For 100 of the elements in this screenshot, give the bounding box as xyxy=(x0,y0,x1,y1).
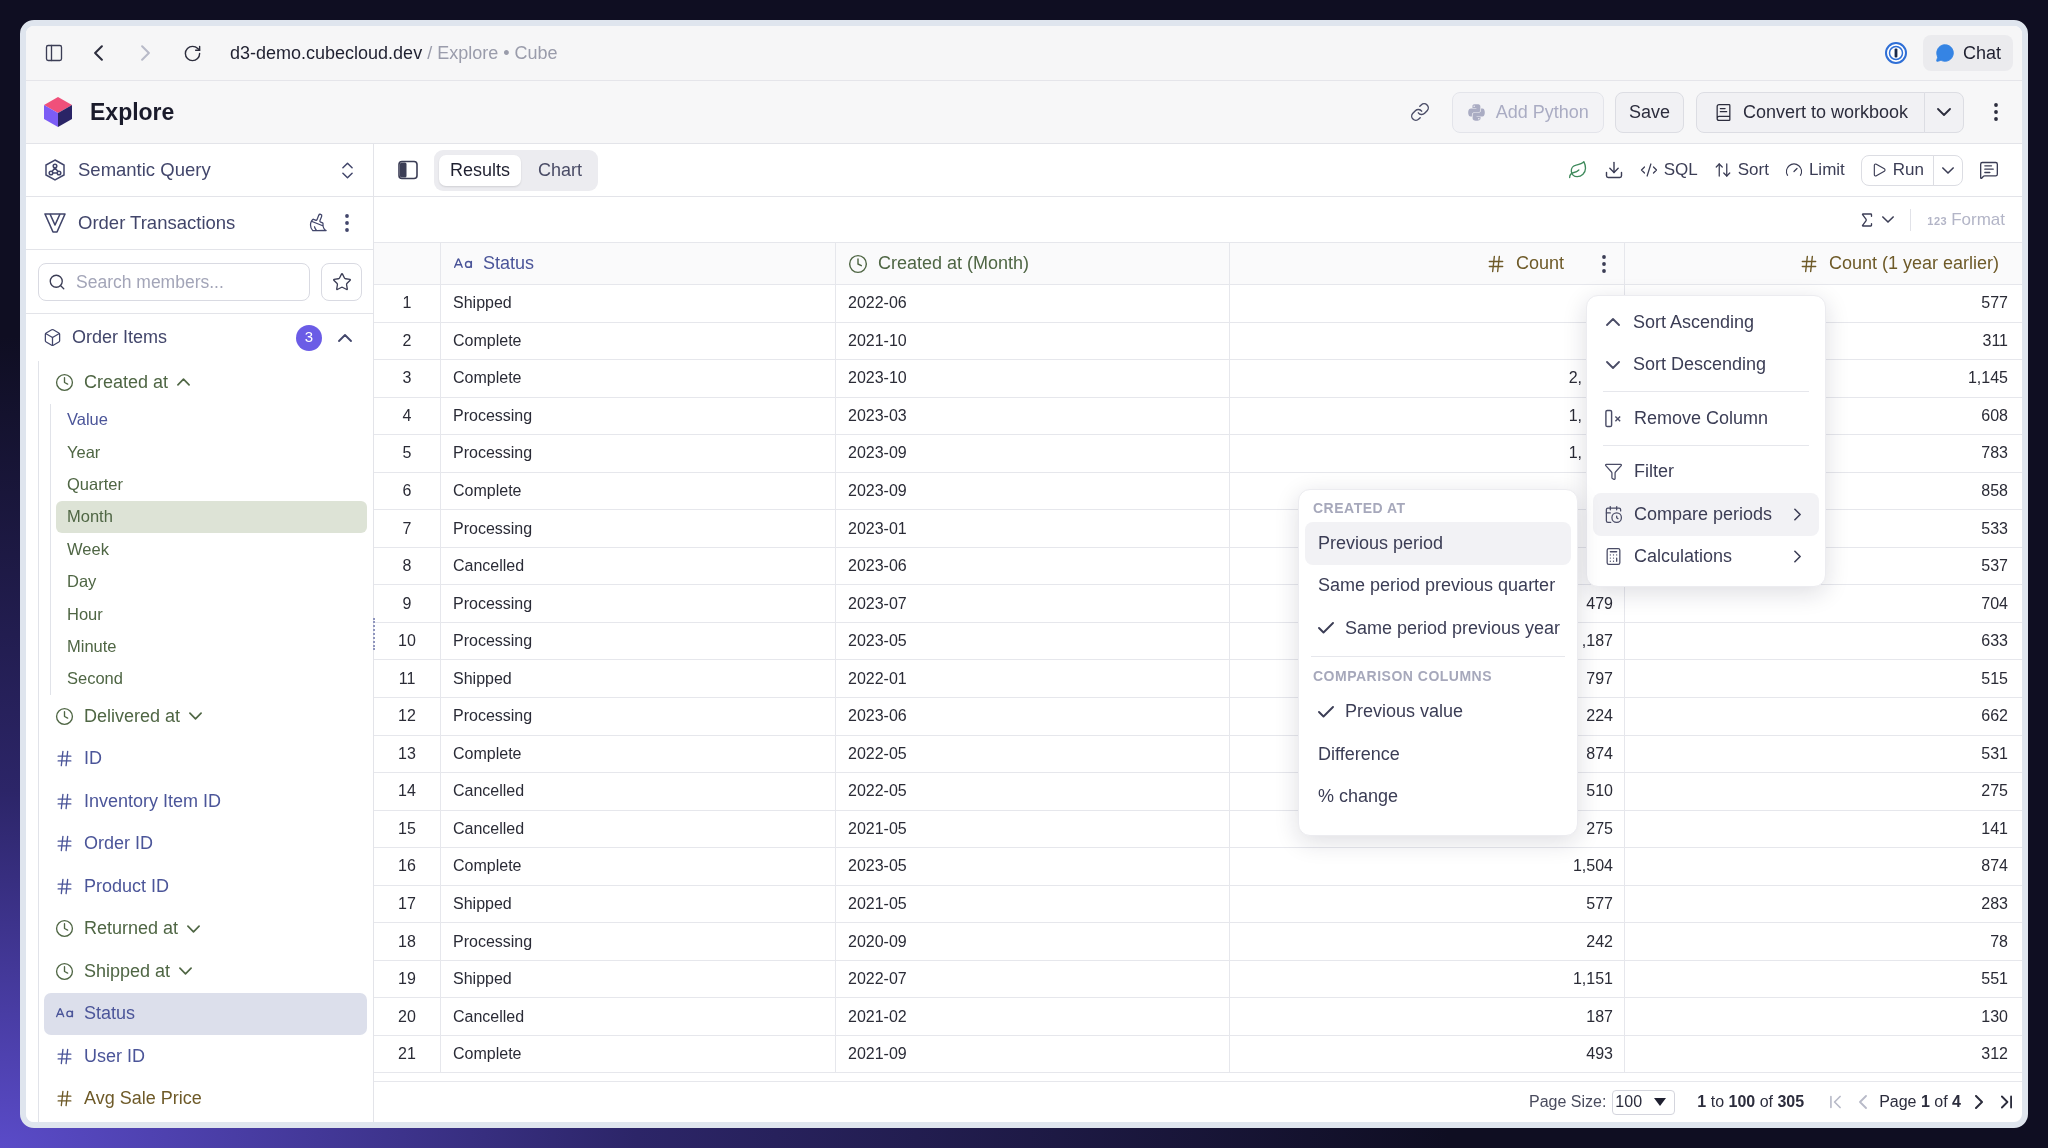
table-cell-text: 783 xyxy=(1981,443,2008,464)
table-cell-text: Cancelled xyxy=(453,818,525,839)
sql-button[interactable]: SQL xyxy=(1639,157,1698,183)
member-item[interactable]: Order ID xyxy=(44,822,367,865)
menu-item[interactable]: Calculations xyxy=(1593,535,1819,578)
limit-button[interactable]: Limit xyxy=(1784,157,1845,183)
search-field[interactable]: Search members... xyxy=(38,263,310,301)
menu-section-heading: CREATED AT xyxy=(1313,498,1406,518)
download-icon[interactable] xyxy=(1603,160,1624,180)
link-icon[interactable] xyxy=(1409,102,1430,122)
comment-icon[interactable] xyxy=(1979,160,1999,180)
member-item[interactable]: Avg Sale Price xyxy=(44,1077,367,1120)
menu-item[interactable]: Previous period xyxy=(1305,522,1571,565)
broom-icon[interactable] xyxy=(308,213,328,233)
member-item[interactable]: Returned at xyxy=(44,907,367,950)
panel-left-icon[interactable] xyxy=(398,160,418,180)
leaf-icon[interactable] xyxy=(1567,160,1588,180)
sort-button[interactable]: Sort xyxy=(1713,157,1769,183)
chevron-left-icon[interactable] xyxy=(94,45,103,61)
member-item[interactable]: Inventory Item ID xyxy=(44,780,367,823)
url-domain[interactable]: d3-demo.cubecloud.dev xyxy=(230,39,423,67)
chevron-up-icon[interactable] xyxy=(338,333,352,342)
menu-item[interactable]: Previous value xyxy=(1305,690,1571,733)
cube-header[interactable]: Order Items 3 xyxy=(26,314,373,361)
view-name[interactable]: Order Transactions xyxy=(78,209,236,237)
table-cell-text: 130 xyxy=(1981,1006,2008,1027)
granularity-item[interactable]: Hour xyxy=(56,597,367,631)
chevron-up-icon[interactable] xyxy=(177,378,191,387)
granularity-item[interactable]: Week xyxy=(56,533,367,566)
table-cell-text: Processing xyxy=(453,593,533,614)
menu-item[interactable]: Difference xyxy=(1305,733,1571,776)
circle-bar-icon[interactable] xyxy=(1884,42,1907,64)
chevron-down-icon[interactable] xyxy=(187,924,201,933)
page-title: / Explore • Cube xyxy=(427,41,558,65)
chevron-down-icon[interactable] xyxy=(179,967,193,976)
table-cell-text: ,187 xyxy=(1581,631,1613,652)
column-header[interactable]: Count (1 year earlier) xyxy=(1625,243,2022,284)
menu-section-heading: COMPARISON COLUMNS xyxy=(1313,667,1493,686)
menu-item[interactable]: Filter xyxy=(1593,450,1819,493)
menu-item[interactable]: Same period previous quarter xyxy=(1305,564,1571,607)
reload-icon[interactable] xyxy=(183,43,202,63)
check-icon xyxy=(1318,705,1334,718)
code-icon xyxy=(1639,161,1658,179)
chevron-down-icon[interactable] xyxy=(189,712,203,721)
chat-button[interactable]: Chat xyxy=(1922,35,2013,71)
kebab-icon[interactable] xyxy=(1994,103,1998,121)
member-item[interactable]: ID xyxy=(44,737,367,780)
menu-item[interactable]: Remove Column xyxy=(1593,397,1819,440)
page-size-select[interactable]: 100 xyxy=(1612,1089,1676,1115)
granularity-item[interactable]: Minute xyxy=(56,630,367,663)
member-item[interactable]: Status xyxy=(44,992,367,1035)
table-cell-text: 515 xyxy=(1981,668,2008,689)
granularity-item[interactable]: Month xyxy=(56,500,367,534)
member-item[interactable]: Shipped at xyxy=(44,950,367,993)
member-item[interactable]: Created at xyxy=(44,361,367,404)
cube-icon xyxy=(43,328,62,347)
save-button[interactable]: Save xyxy=(1614,91,1684,133)
menu-item[interactable]: % change xyxy=(1305,775,1571,818)
kebab-icon[interactable] xyxy=(1602,254,1606,273)
menu-item[interactable]: Same period previous year xyxy=(1305,607,1571,650)
column-header[interactable]: Count xyxy=(1230,243,1625,284)
row-number: 19 xyxy=(398,969,416,990)
member-item[interactable]: Delivered at xyxy=(44,695,367,738)
table-cell-text: 2022-05 xyxy=(848,781,907,802)
sidebar-icon[interactable] xyxy=(44,43,64,63)
table-cell-text: 1, xyxy=(1568,405,1582,426)
kebab-icon[interactable] xyxy=(345,214,349,232)
row-number: 5 xyxy=(402,443,412,464)
granularity-item[interactable]: Second xyxy=(56,662,367,695)
table-cell-text: 537 xyxy=(1981,556,2008,577)
menu-item[interactable]: Sort Ascending xyxy=(1593,301,1819,344)
run-options-button[interactable] xyxy=(1933,154,1963,186)
favorites-button[interactable] xyxy=(321,263,362,301)
chevron-last-icon[interactable] xyxy=(2001,1095,2012,1109)
column-header[interactable]: Status xyxy=(441,243,836,284)
view-tab[interactable]: Results xyxy=(439,154,522,186)
granularity-item[interactable]: Quarter xyxy=(56,468,367,501)
convert-options-button[interactable] xyxy=(1924,91,1964,133)
granularity-item[interactable]: Year xyxy=(56,435,367,469)
query-mode-select[interactable]: Semantic Query xyxy=(26,144,373,197)
menu-item[interactable]: Compare periods xyxy=(1593,493,1819,536)
menu-item[interactable]: Sort Descending xyxy=(1593,343,1819,386)
table-cell-text: Shipped xyxy=(453,293,512,314)
member-item[interactable]: User ID xyxy=(44,1035,367,1078)
resize-handle[interactable] xyxy=(373,618,376,650)
member-item[interactable]: Product ID xyxy=(44,865,367,908)
row-number: 3 xyxy=(402,368,412,389)
star-icon xyxy=(331,272,352,292)
table-cell-text: 2021-09 xyxy=(848,1044,907,1065)
column-remove-icon xyxy=(1604,408,1623,428)
chevron-right-icon xyxy=(1794,550,1801,564)
granularity-item[interactable]: Value xyxy=(56,403,367,436)
chevron-right-icon[interactable] xyxy=(1975,1095,1983,1109)
table-cell-text: 551 xyxy=(1981,969,2008,990)
convert-to-workbook-button[interactable]: Convert to workbook xyxy=(1695,91,1925,133)
table-cell-text: 493 xyxy=(1586,1044,1613,1065)
granularity-item[interactable]: Day xyxy=(56,565,367,598)
run-button[interactable]: Run xyxy=(1860,154,1934,186)
view-tab[interactable]: Chart xyxy=(527,154,594,186)
column-header[interactable]: Created at (Month) xyxy=(836,243,1230,284)
